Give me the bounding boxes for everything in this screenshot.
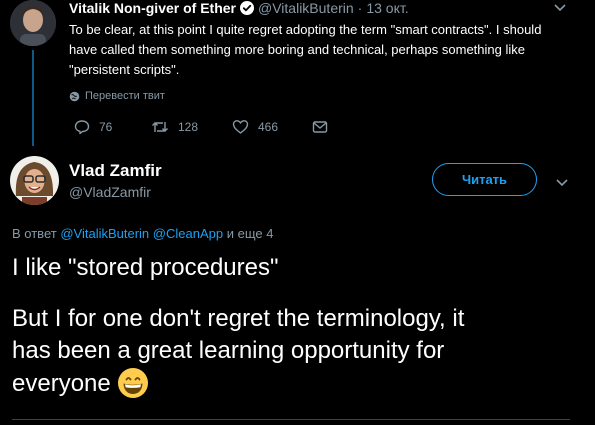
tweet-text-line: But I for one don't regret the terminolo…: [12, 305, 465, 332]
envelope-icon: [312, 121, 328, 133]
parent-tweet-text: To be clear, at this point I quite regre…: [69, 22, 542, 77]
parent-display-name[interactable]: Vitalik Non-giver of Ether: [69, 0, 236, 16]
translate-tweet-link[interactable]: Перевести твит: [69, 88, 165, 104]
reply-to-others[interactable]: и еще 4: [227, 226, 274, 241]
reply-to-prefix: В ответ: [12, 226, 57, 241]
main-display-name[interactable]: Vlad Zamfir: [69, 161, 162, 181]
header-separator: ·: [357, 0, 363, 16]
reply-count: 76: [99, 120, 113, 134]
main-tweet-text: I like "stored procedures" But I for one…: [12, 252, 582, 399]
main-handle[interactable]: @VladZamfir: [69, 184, 151, 200]
like-button[interactable]: 466: [232, 118, 278, 136]
avatar-vlad[interactable]: [10, 156, 59, 205]
verified-badge-icon: [240, 1, 254, 15]
retweet-button[interactable]: 128: [151, 118, 198, 136]
parent-date[interactable]: 13 окт.: [366, 0, 408, 16]
globe-icon: [69, 91, 80, 101]
like-count: 466: [258, 120, 279, 134]
thread-connector-line: [32, 50, 34, 146]
avatar-vitalik[interactable]: [10, 0, 56, 46]
replying-to-line: В ответ @VitalikButerin @CleanApp и еще …: [12, 226, 273, 241]
tweet-text-line: everyone: [12, 370, 111, 397]
retweet-count: 128: [178, 120, 199, 134]
reply-icon: [74, 120, 90, 135]
avatar-portrait-icon: [10, 0, 56, 46]
grinning-face-icon: [117, 367, 149, 399]
divider: [12, 419, 570, 420]
mention-link[interactable]: @CleanApp: [153, 226, 223, 241]
parent-tweet-header: Vitalik Non-giver of Ether @VitalikButer…: [69, 0, 409, 16]
retweet-icon: [152, 122, 168, 132]
parent-handle[interactable]: @VitalikButerin: [258, 0, 354, 16]
direct-message-button[interactable]: [312, 118, 337, 136]
tweet-text-line: I like "stored procedures": [12, 254, 279, 281]
translate-label: Перевести твит: [85, 90, 165, 102]
chevron-down-icon[interactable]: [553, 1, 567, 13]
tweet-text-line-last: everyone: [12, 367, 582, 399]
tweet-text-line: has been a great learning opportunity fo…: [12, 337, 445, 364]
chevron-down-icon[interactable]: [555, 176, 569, 188]
reply-button[interactable]: 76: [74, 118, 112, 136]
follow-button[interactable]: Читать: [432, 163, 537, 196]
mention-link[interactable]: @VitalikButerin: [60, 226, 149, 241]
heart-icon: [232, 120, 249, 134]
avatar-portrait-icon: [10, 156, 59, 205]
